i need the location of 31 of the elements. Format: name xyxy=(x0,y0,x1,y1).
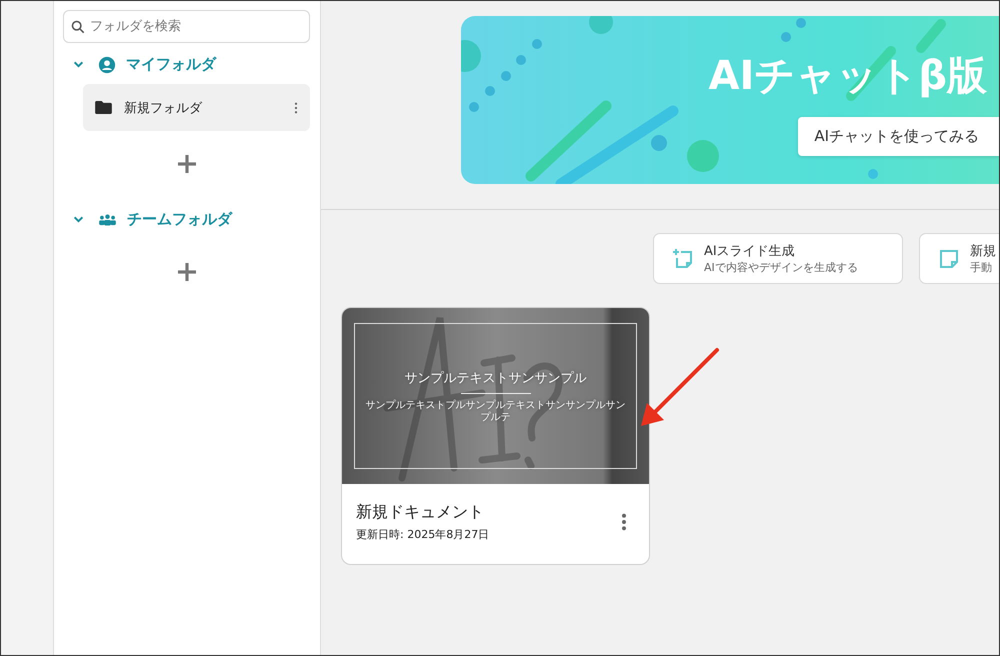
section-header[interactable]: マイフォルダ xyxy=(63,43,310,84)
sparkle-note-icon xyxy=(672,248,694,270)
slide-heading: サンプルテキストサンサンプル xyxy=(404,370,586,386)
group-icon xyxy=(98,213,117,226)
action-card[interactable]: 新規 手動 xyxy=(919,233,999,284)
banner-title: AIチャットβ版 xyxy=(708,52,988,101)
search-field[interactable]: フォルダを検索 xyxy=(63,10,310,43)
document-title: 新規ドキュメント xyxy=(356,502,485,523)
action-card[interactable]: AIスライド生成 AIで内容やデザインを生成する xyxy=(653,233,903,284)
action-description: 手動 xyxy=(970,260,993,275)
section-title: マイフォルダ xyxy=(126,55,216,74)
folder-item[interactable]: 新規フォルダ xyxy=(83,84,310,131)
updated-date: 更新日時: 2025年8月27日 xyxy=(356,527,490,542)
section-title: チームフォルダ xyxy=(127,210,232,229)
document-card[interactable]: サンプルテキストサンサンプル サンプルテキストプルサンプルテキストサンサンプルサンプルテ 新規ドキュメント 更新日時: 2025年8月27日 xyxy=(341,307,650,565)
chevron-icon xyxy=(73,59,84,70)
section-header[interactable]: チームフォルダ xyxy=(63,198,310,239)
user-circle-icon xyxy=(98,56,116,74)
try-chat-button[interactable]: AIチャットを使ってみる xyxy=(798,117,999,156)
promo-banner[interactable]: AIチャットβ版 AIチャットを使ってみる xyxy=(461,16,999,184)
add-icon[interactable] xyxy=(176,262,196,282)
chevron-icon xyxy=(73,214,84,225)
more-icon[interactable] xyxy=(621,513,627,531)
note-icon xyxy=(938,248,960,270)
folder-icon xyxy=(95,101,112,114)
action-title: 新規 xyxy=(970,243,996,260)
add-icon[interactable] xyxy=(176,154,196,174)
slide-subheading: サンプルテキストプルサンプルテキストサンサンプルサンプルテ xyxy=(364,400,626,424)
action-description: AIで内容やデザインを生成する xyxy=(704,260,858,275)
action-title: AIスライド生成 xyxy=(704,243,796,260)
more-icon[interactable] xyxy=(294,102,298,114)
